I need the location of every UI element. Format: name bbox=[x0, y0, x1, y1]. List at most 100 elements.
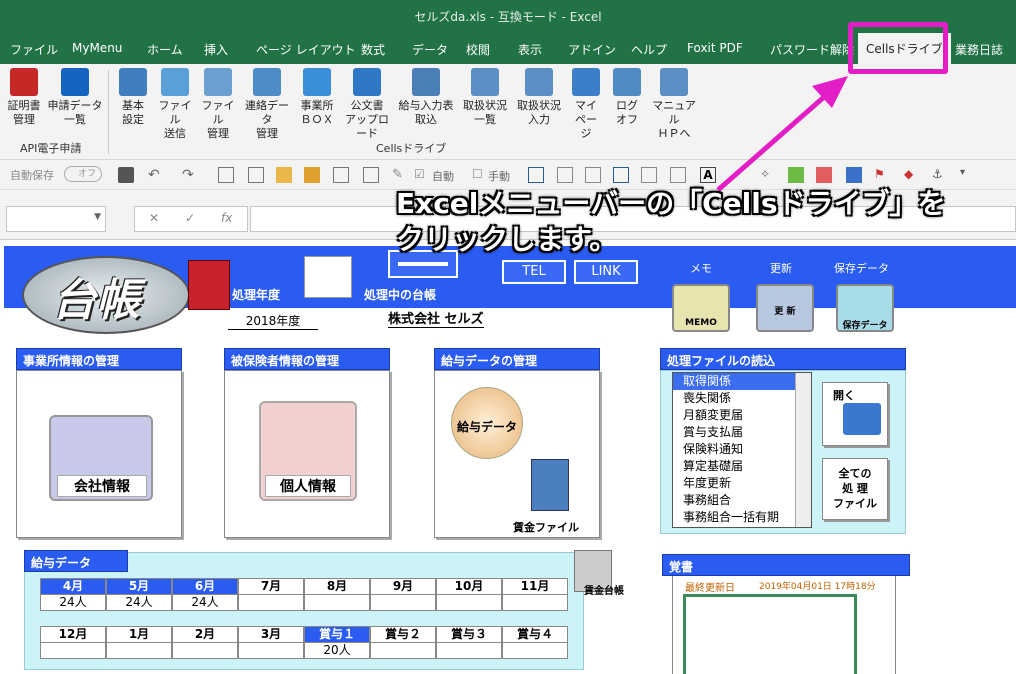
checkbox-checked-icon[interactable]: ☑ bbox=[414, 167, 430, 183]
fx-icon[interactable]: fx bbox=[221, 211, 232, 225]
file-send-button[interactable]: ファイル 送信 bbox=[154, 68, 196, 141]
list-item[interactable]: 年度更新 bbox=[673, 475, 811, 492]
list-item[interactable]: 月額変更届 bbox=[673, 407, 811, 424]
brush-icon[interactable]: ✎ bbox=[392, 167, 408, 183]
tab-file[interactable]: ファイル bbox=[10, 41, 58, 58]
tab-addins[interactable]: アドイン bbox=[568, 41, 616, 58]
person-icon[interactable]: 個人情報 bbox=[259, 401, 357, 501]
month-header[interactable]: 賞与４ bbox=[502, 626, 568, 643]
month-header[interactable]: 2月 bbox=[172, 626, 238, 643]
cancel-icon[interactable]: ✕ bbox=[149, 211, 159, 225]
window-icon[interactable] bbox=[528, 167, 544, 183]
certificate-button[interactable]: 証明書 管理 bbox=[4, 68, 44, 127]
application-list-button[interactable]: 申請データ 一覧 bbox=[46, 68, 104, 127]
month-header[interactable]: 賞与２ bbox=[370, 626, 436, 643]
month-header[interactable]: 9月 bbox=[370, 578, 436, 595]
memo-button[interactable]: MEMO bbox=[672, 284, 730, 332]
list-item[interactable]: 取得関係 bbox=[673, 373, 811, 390]
save-icon[interactable] bbox=[118, 167, 134, 183]
tab-review[interactable]: 校閲 bbox=[466, 41, 490, 58]
tab-insert[interactable]: 挿入 bbox=[204, 41, 228, 58]
file-manage-button[interactable]: ファイル 管理 bbox=[198, 68, 238, 141]
customize-qat-icon[interactable]: ▾ bbox=[960, 167, 976, 183]
memo-textarea[interactable] bbox=[683, 594, 857, 674]
list-item[interactable]: 保険料通知 bbox=[673, 441, 811, 458]
file-listbox[interactable]: 取得関係 喪失関係 月額変更届 賞与支払届 保険料通知 算定基礎届 年度更新 事… bbox=[672, 372, 812, 528]
month-header[interactable]: 7月 bbox=[238, 578, 304, 595]
btn-label: 設定 bbox=[122, 113, 144, 126]
print-preview-icon[interactable] bbox=[248, 167, 264, 183]
link-button[interactable]: LINK bbox=[574, 260, 638, 284]
month-header[interactable]: 12月 bbox=[40, 626, 106, 643]
salary-data-button[interactable]: 給与データ bbox=[451, 387, 523, 459]
bookmark-icon[interactable]: ◆ bbox=[904, 167, 920, 183]
tab-password[interactable]: パスワード解除 bbox=[770, 41, 854, 58]
tab-formulas[interactable]: 数式 bbox=[361, 41, 385, 58]
tab-view[interactable]: 表示 bbox=[518, 41, 542, 58]
month-count: 20人 bbox=[304, 642, 370, 659]
month-header[interactable]: 賞与３ bbox=[436, 626, 502, 643]
wage-file-icon[interactable] bbox=[531, 459, 569, 511]
month-header[interactable]: 1月 bbox=[106, 626, 172, 643]
month-header[interactable]: 4月 bbox=[40, 578, 106, 595]
table-icon[interactable] bbox=[613, 167, 629, 183]
tel-button[interactable]: TEL bbox=[502, 260, 566, 284]
tab-mymenu[interactable]: MyMenu bbox=[72, 41, 122, 55]
list-item[interactable]: 喪失関係 bbox=[673, 390, 811, 407]
anchor-icon[interactable]: ⚓ bbox=[932, 167, 948, 183]
status-input-button[interactable]: 取扱状況 入力 bbox=[514, 68, 564, 127]
manual-hp-button[interactable]: マニュアル ＨＰへ bbox=[648, 68, 700, 141]
logoff-button[interactable]: ログ オフ bbox=[612, 68, 642, 127]
month-header[interactable]: 11月 bbox=[502, 578, 568, 595]
listbox-scrollbar[interactable] bbox=[795, 373, 811, 527]
month-header[interactable]: 3月 bbox=[238, 626, 304, 643]
basic-settings-button[interactable]: 基本 設定 bbox=[115, 68, 151, 127]
status-list-button[interactable]: 取扱状況 一覧 bbox=[460, 68, 510, 127]
list-item[interactable]: 事務組合一括有期 bbox=[673, 509, 811, 526]
personal-info-label: 個人情報 bbox=[265, 475, 351, 497]
save-data-label: 保存データ bbox=[834, 262, 889, 275]
list-item[interactable]: 算定基礎届 bbox=[673, 458, 811, 475]
list-item[interactable]: 賞与支払届 bbox=[673, 424, 811, 441]
tab-work-log[interactable]: 業務日誌 bbox=[955, 41, 1003, 58]
list-item[interactable]: 事務組合 bbox=[673, 492, 811, 509]
autosave-toggle[interactable]: オフ bbox=[64, 166, 102, 182]
tab-help[interactable]: ヘルプ bbox=[631, 41, 667, 58]
month-header[interactable]: 8月 bbox=[304, 578, 370, 595]
grid2-icon[interactable] bbox=[585, 167, 601, 183]
name-box[interactable]: ▼ bbox=[6, 206, 106, 232]
my-page-button[interactable]: マイ ページ bbox=[570, 68, 602, 141]
salary-import-button[interactable]: 給与入力表 取込 bbox=[396, 68, 456, 127]
tab-home[interactable]: ホーム bbox=[147, 41, 183, 58]
contact-data-button[interactable]: 連絡データ 管理 bbox=[240, 68, 294, 141]
month-header[interactable]: 5月 bbox=[106, 578, 172, 595]
open-button[interactable]: 開く bbox=[822, 382, 888, 446]
enter-icon[interactable]: ✓ bbox=[185, 211, 195, 225]
month-header[interactable]: 6月 bbox=[172, 578, 238, 595]
undo-icon[interactable]: ↶ bbox=[148, 167, 164, 183]
open-folder-icon[interactable] bbox=[276, 167, 292, 183]
calendar-icon[interactable] bbox=[304, 256, 352, 298]
tab-page-layout[interactable]: ページ レイアウト bbox=[256, 41, 356, 58]
save-data-button[interactable]: 保存データ bbox=[836, 284, 894, 332]
table2-icon[interactable] bbox=[641, 167, 657, 183]
month-header[interactable]: 賞与１ bbox=[304, 626, 370, 643]
table3-icon[interactable] bbox=[670, 167, 686, 183]
update-button[interactable]: 更 新 bbox=[756, 284, 814, 332]
building-icon[interactable]: 会社情報 bbox=[49, 415, 153, 501]
checkbox-empty-icon[interactable]: ☐ bbox=[472, 167, 488, 183]
office-box-button[interactable]: 事業所 ＢＯＸ bbox=[296, 68, 338, 127]
sheet-icon[interactable] bbox=[363, 167, 379, 183]
favorite-icon[interactable] bbox=[304, 167, 320, 183]
upload-icon bbox=[353, 68, 381, 96]
redo-icon[interactable]: ↷ bbox=[182, 167, 198, 183]
calendar-icon[interactable] bbox=[333, 167, 349, 183]
flag-icon[interactable]: ⚑ bbox=[874, 167, 890, 183]
document-upload-button[interactable]: 公文書 アップロード bbox=[340, 68, 394, 141]
tab-foxit[interactable]: Foxit PDF bbox=[687, 41, 743, 55]
tab-data[interactable]: データ bbox=[412, 41, 448, 58]
new-file-icon[interactable] bbox=[218, 167, 234, 183]
month-header[interactable]: 10月 bbox=[436, 578, 502, 595]
grid-icon[interactable] bbox=[557, 167, 573, 183]
all-files-button[interactable]: 全ての 処 理 ファイル bbox=[822, 458, 888, 520]
